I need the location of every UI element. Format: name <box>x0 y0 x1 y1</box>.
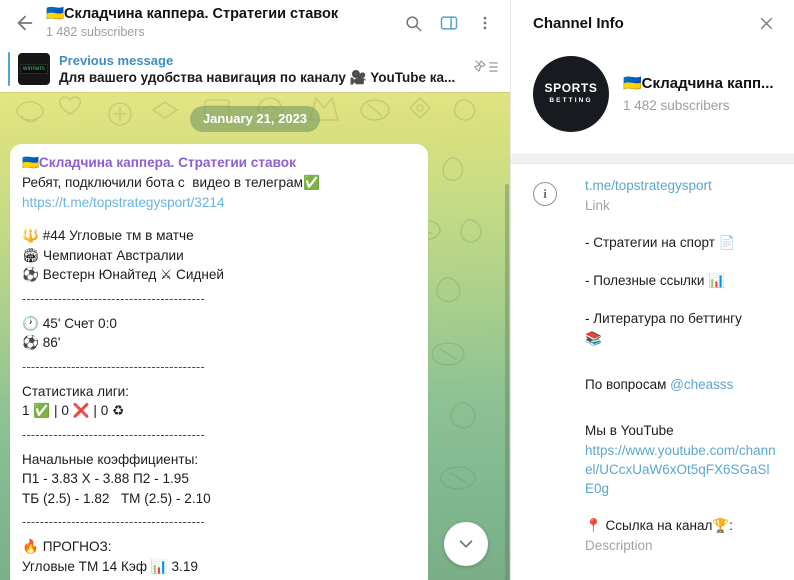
avatar-line-1: SPORTS <box>544 81 598 95</box>
back-button[interactable] <box>10 8 40 38</box>
chat-header-actions <box>394 12 496 34</box>
info-panel-header: Channel Info <box>511 0 794 46</box>
channel-link-label: Link <box>585 198 610 213</box>
chevron-down-icon <box>459 540 473 548</box>
message-match-number: 🔱 #44 Угловые тм в матче <box>22 228 194 243</box>
message-separator: ----------------------------------------… <box>22 515 205 529</box>
message-odds-totals: ТБ (2.5) - 1.82 ТМ (2.5) - 2.10 <box>22 490 211 506</box>
channel-info-panel: Channel Info SPORTS BETTING 🇺🇦Складчина … <box>510 0 794 580</box>
pinned-message-bar[interactable]: winners Previous message Для вашего удоб… <box>0 46 510 92</box>
message-odds-label: Начальные коэффициенты: <box>22 451 199 467</box>
section-divider <box>511 154 794 164</box>
pin-list-icon[interactable] <box>466 57 498 82</box>
messages-area: January 21, 2023 🇺🇦Складчина каппера. Ст… <box>0 92 510 580</box>
message-separator: ----------------------------------------… <box>22 359 205 374</box>
message-bubble[interactable]: 🇺🇦Складчина каппера. Стратегии ставок Ре… <box>10 144 428 580</box>
chat-scrollbar[interactable] <box>505 184 509 580</box>
info-icon-column: i <box>533 176 585 580</box>
description-line-1: - Стратегии на спорт 📄 <box>585 235 736 250</box>
message-separator: ----------------------------------------… <box>22 427 205 442</box>
message-forecast-label: 🔥 ПРОГНОЗ: <box>22 539 112 554</box>
message-list: 🇺🇦Складчина каппера. Стратегии ставок Ре… <box>0 132 510 580</box>
chat-subscribers: 1 482 subscribers <box>46 25 145 39</box>
info-panel-body: i t.me/topstrategysport Link - Стратегии… <box>511 164 794 580</box>
contact-line: По вопросам @cheasss <box>585 375 778 395</box>
more-vertical-icon[interactable] <box>474 12 496 34</box>
youtube-link[interactable]: https://www.youtube.com/channel/UCcxUaW6… <box>585 441 778 498</box>
message-teams: ⚽ Вестерн Юнайтед ⚔ Сидней <box>22 267 225 282</box>
pinned-thumbnail: winners <box>18 53 50 85</box>
message-time-score: 🕐 45' Счет 0:0 <box>22 315 117 331</box>
message-forecast-value: Угловые ТМ 14 Кэф 📊 3.19 <box>22 558 198 574</box>
message-intro: Ребят, подключили бота с видео в телегра… <box>22 175 320 190</box>
description-line-3-emoji: 📚 <box>585 331 602 346</box>
description-label: Description <box>585 538 653 553</box>
channel-link-line: 📍 Ссылка на канал🏆: <box>585 518 733 533</box>
channel-profile-row[interactable]: SPORTS BETTING 🇺🇦Складчина капп... 1 482… <box>511 46 794 154</box>
info-panel-title: Channel Info <box>533 14 624 32</box>
pinned-text: Для вашего удобства навигация по каналу … <box>59 69 456 85</box>
info-circle-icon: i <box>533 182 557 206</box>
contact-mention[interactable]: @cheasss <box>670 377 733 392</box>
pinned-thumbnail-label: winners <box>19 64 49 74</box>
info-text-column: t.me/topstrategysport Link - Стратегии н… <box>585 176 778 580</box>
message-title: 🇺🇦Складчина каппера. Стратегии ставок <box>22 155 296 170</box>
chat-pane: 🇺🇦Складчина каппера. Стратегии ставок 1 … <box>0 0 510 580</box>
pinned-texts: Previous message Для вашего удобства нав… <box>59 53 466 86</box>
message-stats-values: 1 ✅ | 0 ❌ | 0 ♻ <box>22 403 125 418</box>
youtube-label: Мы в YouTube <box>585 423 674 438</box>
message-odds-1x2: П1 - 3.83 X - 3.88 П2 - 1.95 <box>22 471 189 486</box>
avatar-line-2: BETTING <box>549 97 593 104</box>
description-line-3: - Литература по беттингу <box>585 311 742 326</box>
pinned-label: Previous message <box>59 52 174 68</box>
channel-profile-texts: 🇺🇦Складчина капп... 1 482 subscribers <box>609 74 778 115</box>
channel-subscribers: 1 482 subscribers <box>623 97 730 113</box>
close-icon[interactable] <box>754 11 778 35</box>
channel-link[interactable]: t.me/topstrategysport <box>585 176 778 195</box>
contact-prefix: По вопросам <box>585 377 671 392</box>
telegram-window: 🇺🇦Складчина каппера. Стратегии ставок 1 … <box>0 0 794 580</box>
date-chip: January 21, 2023 <box>189 106 321 132</box>
side-panel-icon[interactable] <box>438 12 460 34</box>
channel-name: 🇺🇦Складчина капп... <box>623 74 774 92</box>
message-stats-label: Статистика лиги: <box>22 383 130 399</box>
message-link[interactable]: https://t.me/topstrategysport/3214 <box>22 193 416 213</box>
description-line-2: - Полезные ссылки 📊 <box>585 273 725 288</box>
chat-title: 🇺🇦Складчина каппера. Стратегии ставок <box>46 6 339 22</box>
message-separator: ----------------------------------------… <box>22 291 205 306</box>
message-minute: ⚽ 86' <box>22 335 61 350</box>
chat-header-titles[interactable]: 🇺🇦Складчина каппера. Стратегии ставок 1 … <box>40 6 394 40</box>
pinned-accent-bar <box>8 52 10 86</box>
date-separator: January 21, 2023 <box>0 92 510 132</box>
search-icon[interactable] <box>402 12 424 34</box>
scroll-to-bottom-button[interactable] <box>444 522 488 566</box>
chat-header: 🇺🇦Складчина каппера. Стратегии ставок 1 … <box>0 0 510 46</box>
avatar[interactable]: SPORTS BETTING <box>533 56 609 132</box>
message-league: 🏟 Чемпионат Австралии <box>22 247 184 263</box>
